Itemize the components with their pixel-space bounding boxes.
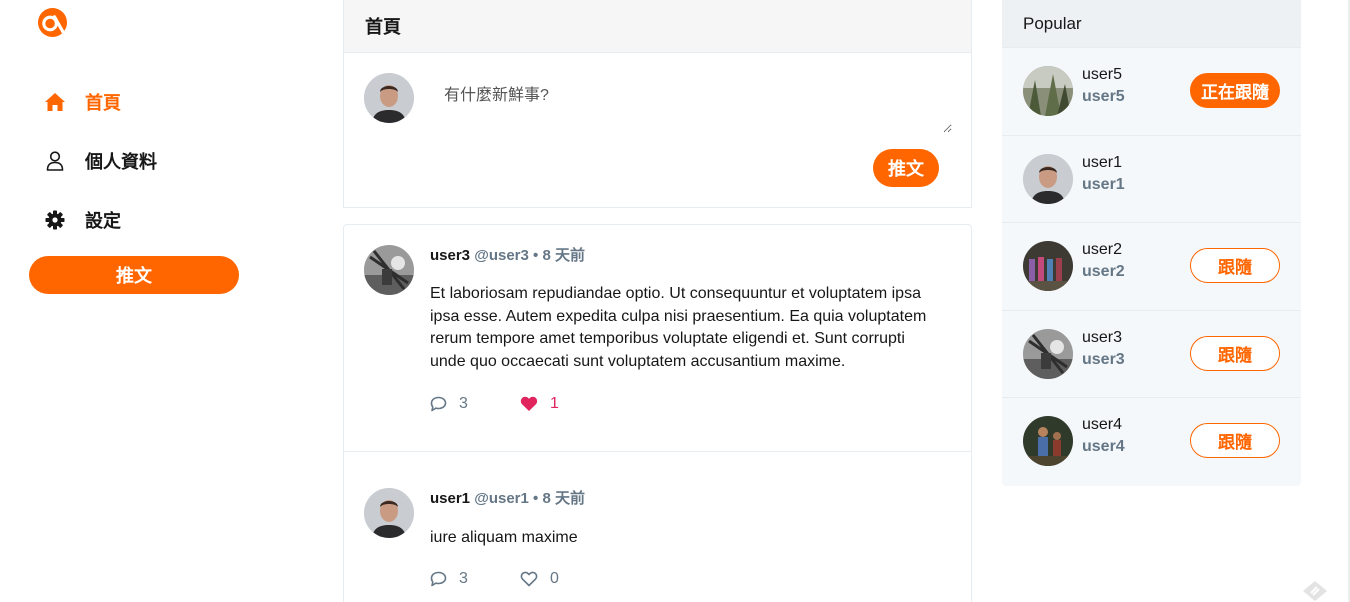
logo[interactable] (37, 7, 68, 38)
tweet-author-handle[interactable]: @user1 (474, 490, 529, 507)
avatar[interactable] (1023, 241, 1073, 291)
nav-item-label: 個人資料 (85, 151, 157, 172)
tweet-text[interactable]: Et laboriosam repudiandae optio. Ut cons… (430, 283, 931, 373)
tweet-author-name[interactable]: user1 (430, 490, 470, 507)
reply-count: 3 (459, 569, 468, 587)
page-title: 首頁 (365, 17, 401, 37)
main-header: 首頁 (343, 0, 972, 53)
popular-user-handle[interactable]: user2 (1082, 263, 1125, 281)
popular-title: Popular (1023, 13, 1082, 33)
heart-outline-icon (520, 571, 538, 586)
like-count: 1 (550, 395, 559, 412)
tweet-feed: user3 @user3 • 8 天前 Et laboriosam repudi… (343, 224, 972, 602)
reply-button[interactable]: 3 (430, 395, 520, 413)
comment-icon (430, 571, 447, 586)
tweet-text[interactable]: iure aliquam maxime (430, 527, 931, 550)
tweet-input[interactable] (430, 73, 952, 133)
popular-header: Popular (1002, 0, 1301, 48)
avatar[interactable] (1023, 328, 1073, 379)
tweet-item[interactable]: user3 @user3 • 8 天前 Et laboriosam repudi… (344, 225, 971, 452)
comment-icon (430, 396, 447, 412)
following-button[interactable]: 正在跟隨 (1190, 73, 1280, 108)
tweet-meta: user3 @user3 • 8 天前 (430, 245, 931, 267)
sidebar-nav: 首頁 個人資料 設定 推文 (29, 72, 239, 294)
popular-user-name[interactable]: user3 (1082, 329, 1122, 347)
tweet-actions: 3 0 (430, 568, 931, 590)
popular-user-name[interactable]: user2 (1082, 241, 1122, 259)
home-icon (44, 91, 66, 113)
edit-tag-icon[interactable] (1302, 580, 1328, 602)
reply-button[interactable]: 3 (430, 570, 520, 588)
meta-separator: • (533, 490, 539, 507)
tweet-time: 8 天前 (542, 490, 585, 507)
like-count: 0 (550, 569, 559, 587)
nav-item-profile[interactable]: 個人資料 (29, 131, 239, 190)
like-button[interactable]: 1 (520, 395, 559, 413)
popular-user-handle[interactable]: user4 (1082, 438, 1125, 456)
popular-user-name[interactable]: user4 (1082, 416, 1122, 434)
tweet-submit-button[interactable]: 推文 (873, 149, 939, 187)
meta-separator: • (533, 247, 539, 264)
main-column: 首頁 推文 (343, 0, 972, 602)
gear-icon (44, 209, 66, 231)
avatar[interactable] (364, 245, 414, 295)
popular-user-row[interactable]: user3 user3 跟隨 (1002, 311, 1301, 398)
follow-button[interactable]: 跟隨 (1190, 335, 1280, 371)
popular-user-row[interactable]: user4 user4 跟隨 (1002, 398, 1301, 486)
tweet-author-handle[interactable]: @user3 (474, 247, 529, 264)
nav-item-label: 設定 (85, 210, 121, 231)
tweet-composer: 推文 (343, 53, 972, 208)
tweet-time: 8 天前 (542, 247, 585, 264)
avatar[interactable] (1023, 66, 1073, 116)
popular-user-row[interactable]: user5 user5 正在跟隨 (1002, 48, 1301, 136)
popular-user-name[interactable]: user1 (1082, 154, 1122, 172)
tweet-item[interactable]: user1 @user1 • 8 天前 iure aliquam maxime … (344, 452, 971, 602)
popular-panel: Popular user5 user5 正在跟隨 user1 user1 use… (1002, 0, 1301, 486)
like-button[interactable]: 0 (520, 570, 559, 588)
nav-item-home[interactable]: 首頁 (29, 72, 239, 131)
reply-count: 3 (459, 395, 468, 412)
sidebar-tweet-button[interactable]: 推文 (29, 256, 239, 294)
popular-user-row[interactable]: user1 user1 (1002, 136, 1301, 223)
avatar[interactable] (364, 73, 414, 123)
avatar[interactable] (1023, 416, 1073, 466)
heart-filled-icon (520, 396, 538, 411)
popular-user-handle[interactable]: user3 (1082, 351, 1125, 369)
popular-user-handle[interactable]: user1 (1082, 176, 1125, 194)
tweet-meta: user1 @user1 • 8 天前 (430, 488, 931, 510)
popular-user-name[interactable]: user5 (1082, 66, 1122, 84)
tweet-author-name[interactable]: user3 (430, 247, 470, 264)
follow-button[interactable]: 跟隨 (1190, 248, 1280, 283)
nav-item-label: 首頁 (85, 92, 121, 113)
follow-button[interactable]: 跟隨 (1190, 423, 1280, 458)
popular-user-row[interactable]: user2 user2 跟隨 (1002, 223, 1301, 311)
nav-item-settings[interactable]: 設定 (29, 190, 239, 249)
user-icon (44, 150, 66, 172)
popular-user-handle[interactable]: user5 (1082, 88, 1125, 106)
tweet-actions: 3 1 (430, 393, 931, 415)
avatar[interactable] (1023, 153, 1073, 204)
avatar[interactable] (364, 488, 414, 538)
